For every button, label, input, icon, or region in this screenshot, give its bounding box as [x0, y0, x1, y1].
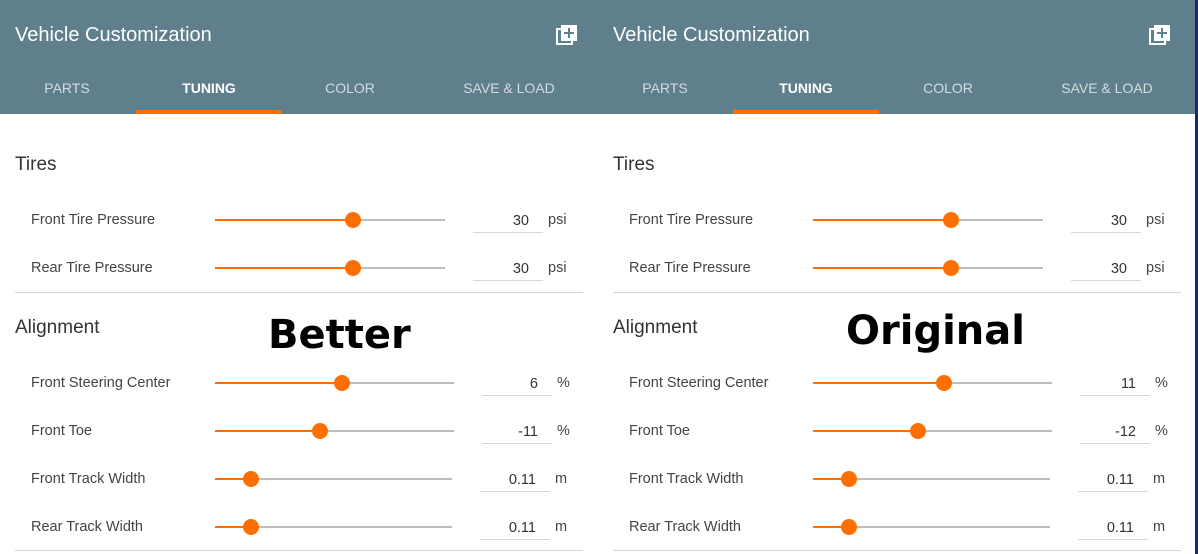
app-title: Vehicle Customization — [15, 24, 212, 46]
slider-thumb[interactable] — [345, 212, 361, 228]
rear-tire-pressure-slider[interactable] — [215, 258, 445, 278]
slider-thumb[interactable] — [312, 423, 329, 439]
row-label: Rear Tire Pressure — [629, 260, 751, 276]
front-toe-input[interactable] — [482, 420, 552, 444]
section-title-alignment: Alignment — [613, 317, 698, 338]
front-steering-center-slider[interactable] — [813, 373, 1052, 393]
section-title-tires: Tires — [15, 154, 57, 175]
row-label: Rear Track Width — [629, 519, 741, 535]
unit-label: m — [555, 519, 568, 535]
section-title-alignment: Alignment — [15, 317, 100, 338]
front-tire-pressure-slider[interactable] — [813, 210, 1043, 230]
row-label: Front Track Width — [629, 471, 744, 487]
unit-label: psi — [548, 260, 567, 276]
front-tire-pressure-slider[interactable] — [215, 210, 445, 230]
front-toe-slider[interactable] — [215, 421, 454, 441]
tab-tuning[interactable]: TUNING — [136, 80, 282, 96]
app-title: Vehicle Customization — [613, 24, 810, 46]
add-to-library-icon[interactable] — [1149, 24, 1171, 46]
tab-parts[interactable]: PARTS — [0, 80, 140, 96]
rear-track-width-slider[interactable] — [215, 517, 452, 537]
slider-thumb[interactable] — [943, 212, 959, 228]
front-track-width-slider[interactable] — [215, 469, 452, 489]
panel-original: Vehicle Customization PARTS TUNING COLOR… — [598, 0, 1198, 554]
slider-thumb[interactable] — [936, 375, 953, 391]
front-tire-pressure-input[interactable] — [473, 209, 543, 233]
app-header: Vehicle Customization PARTS TUNING COLOR… — [0, 0, 598, 114]
slider-thumb[interactable] — [333, 375, 350, 391]
unit-label: psi — [548, 212, 567, 228]
slider-thumb[interactable] — [840, 519, 857, 535]
rear-track-width-slider[interactable] — [813, 517, 1050, 537]
front-toe-slider[interactable] — [813, 421, 1052, 441]
row-label: Rear Tire Pressure — [31, 260, 153, 276]
unit-label: psi — [1146, 260, 1165, 276]
tab-parts[interactable]: PARTS — [598, 80, 738, 96]
section-title-tires: Tires — [613, 154, 655, 175]
unit-label: m — [555, 471, 568, 487]
rear-tire-pressure-slider[interactable] — [813, 258, 1043, 278]
front-track-width-input[interactable] — [1078, 468, 1148, 492]
comparison-label: Better — [268, 312, 411, 358]
active-tab-indicator — [136, 110, 282, 114]
rear-track-width-input[interactable] — [1078, 516, 1148, 540]
row-label: Front Tire Pressure — [31, 212, 156, 228]
unit-label: psi — [1146, 212, 1165, 228]
unit-label: % — [557, 375, 570, 391]
rear-tire-pressure-input[interactable] — [1071, 257, 1141, 281]
front-steering-center-input[interactable] — [1080, 372, 1150, 396]
section-divider — [613, 550, 1181, 551]
tab-save-load[interactable]: SAVE & LOAD — [1034, 80, 1180, 96]
front-track-width-slider[interactable] — [813, 469, 1050, 489]
slider-thumb[interactable] — [910, 423, 927, 439]
panel-better: Vehicle Customization PARTS TUNING COLOR… — [0, 0, 598, 554]
app-header: Vehicle Customization PARTS TUNING COLOR… — [598, 0, 1195, 114]
slider-thumb[interactable] — [345, 260, 361, 276]
front-toe-input[interactable] — [1080, 420, 1150, 444]
unit-label: m — [1153, 519, 1166, 535]
slider-thumb[interactable] — [840, 471, 857, 487]
slider-thumb[interactable] — [242, 471, 259, 487]
unit-label: % — [557, 423, 570, 439]
comparison-label: Original — [846, 308, 1025, 354]
active-tab-indicator — [733, 110, 879, 114]
row-label: Front Tire Pressure — [629, 212, 754, 228]
rear-track-width-input[interactable] — [480, 516, 550, 540]
tab-color[interactable]: COLOR — [875, 80, 1021, 96]
tab-save-load[interactable]: SAVE & LOAD — [436, 80, 582, 96]
row-label: Front Track Width — [31, 471, 146, 487]
front-track-width-input[interactable] — [480, 468, 550, 492]
row-label: Front Steering Center — [31, 375, 171, 391]
add-to-library-icon[interactable] — [556, 24, 578, 46]
unit-label: % — [1155, 375, 1168, 391]
front-steering-center-input[interactable] — [482, 372, 552, 396]
section-divider — [15, 550, 583, 551]
front-tire-pressure-input[interactable] — [1071, 209, 1141, 233]
rear-tire-pressure-input[interactable] — [473, 257, 543, 281]
tab-color[interactable]: COLOR — [277, 80, 423, 96]
slider-thumb[interactable] — [943, 260, 959, 276]
front-steering-center-slider[interactable] — [215, 373, 454, 393]
unit-label: % — [1155, 423, 1168, 439]
tab-tuning[interactable]: TUNING — [733, 80, 879, 96]
unit-label: m — [1153, 471, 1166, 487]
row-label: Front Toe — [629, 423, 690, 439]
section-divider — [15, 292, 583, 293]
row-label: Front Toe — [31, 423, 92, 439]
row-label: Rear Track Width — [31, 519, 143, 535]
row-label: Front Steering Center — [629, 375, 769, 391]
section-divider — [613, 292, 1181, 293]
slider-thumb[interactable] — [242, 519, 259, 535]
